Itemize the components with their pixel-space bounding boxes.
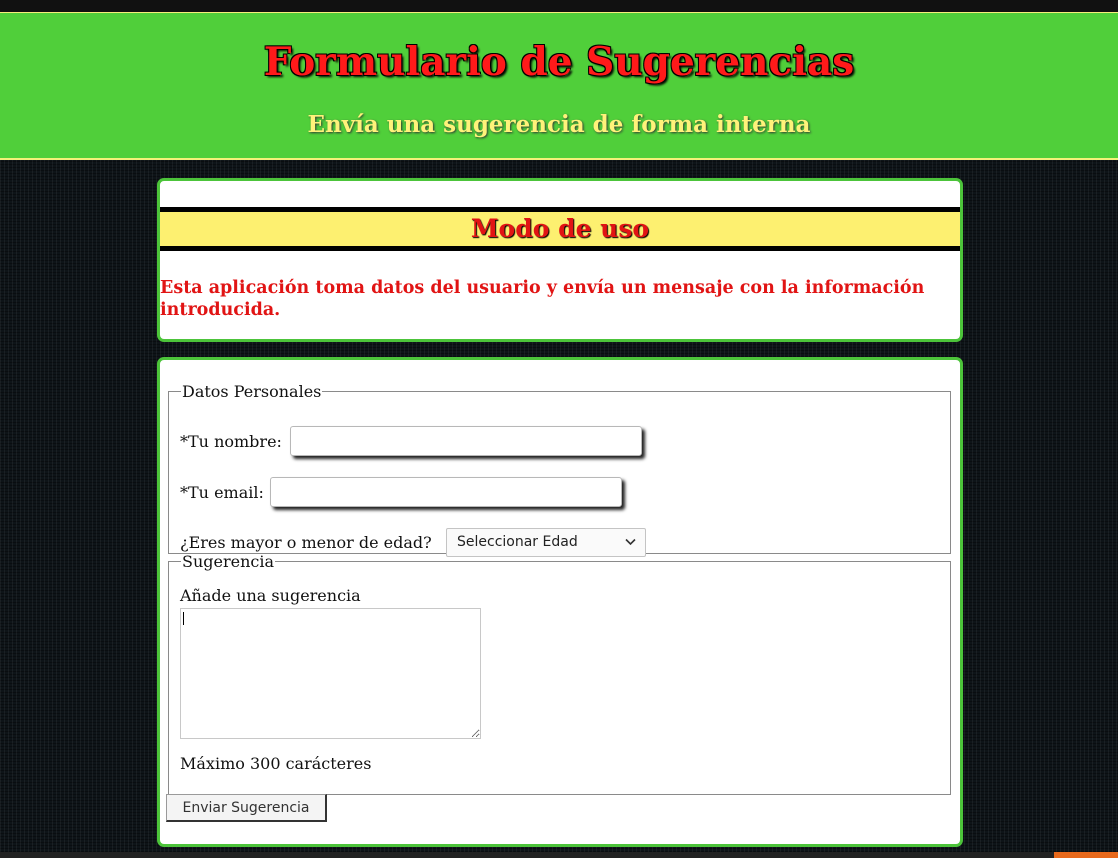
page-header: Formulario de Sugerencias Envía una suge…: [0, 12, 1118, 160]
name-label: *Tu nombre:: [180, 432, 282, 451]
top-strip: [0, 0, 1118, 12]
personal-data-legend: Datos Personales: [182, 382, 322, 401]
usage-card: Modo de uso Esta aplicación toma datos d…: [157, 178, 963, 342]
age-select-value: Seleccionar Edad: [457, 534, 578, 550]
page-title: Formulario de Sugerencias: [263, 39, 855, 85]
suggestion-legend: Sugerencia: [182, 552, 275, 571]
suggestion-fieldset: Sugerencia Añade una sugerencia Máximo 3…: [168, 552, 951, 795]
send-suggestion-button[interactable]: Enviar Sugerencia: [166, 794, 327, 822]
chevron-down-icon: [625, 538, 636, 546]
taskbar-orange-tab: [1054, 852, 1118, 858]
page-subtitle: Envía una sugerencia de forma interna: [307, 111, 811, 138]
suggestion-textarea[interactable]: [180, 608, 481, 739]
suggestion-form: Datos Personales *Tu nombre: *Tu email: …: [157, 357, 963, 847]
age-label: ¿Eres mayor o menor de edad?: [180, 533, 432, 552]
personal-data-fieldset: Datos Personales *Tu nombre: *Tu email: …: [168, 382, 951, 557]
usage-title: Modo de uso: [160, 207, 960, 251]
usage-description: Esta aplicación toma datos del usuario y…: [160, 278, 925, 320]
character-limit-note: Máximo 300 carácteres: [180, 754, 372, 773]
name-input[interactable]: [290, 426, 642, 456]
email-label: *Tu email:: [180, 483, 264, 502]
bottom-taskbar-edge: [0, 852, 1118, 858]
suggestion-label: Añade una sugerencia: [180, 586, 361, 605]
email-input[interactable]: [270, 477, 622, 507]
text-caret: [183, 612, 184, 625]
